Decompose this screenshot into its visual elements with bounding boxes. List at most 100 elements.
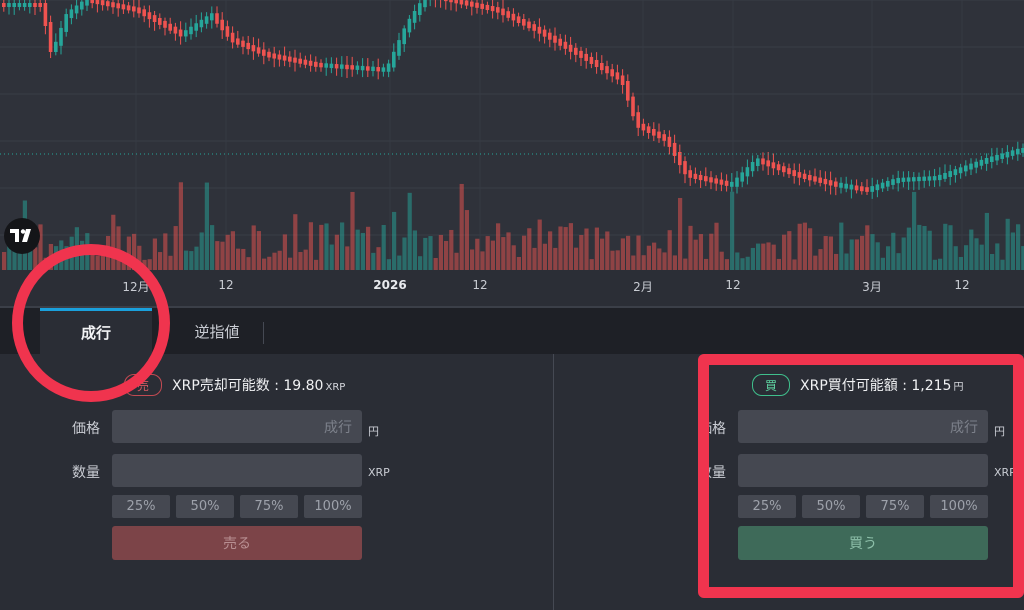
time-tick: 2026 [373, 278, 407, 292]
volume-bar [230, 231, 235, 270]
volume-bar [631, 255, 636, 270]
candle-body [173, 26, 178, 34]
candle-body [917, 176, 921, 182]
volume-bar [178, 182, 183, 270]
volume-bar [490, 240, 495, 270]
candle-body [839, 182, 843, 188]
sell-qty-field[interactable] [112, 454, 362, 487]
candle-body [506, 11, 510, 18]
volume-bar [158, 252, 163, 270]
volume-bar [69, 236, 74, 270]
tab-market-order[interactable]: 成行 [40, 308, 152, 354]
volume-bar [802, 222, 807, 270]
candle-body [808, 175, 812, 181]
candle-body [449, 0, 453, 3]
volume-bar [329, 244, 334, 270]
candle-body [464, 0, 469, 6]
candle-body [80, 1, 84, 10]
buy-button[interactable]: 買う [738, 526, 988, 560]
sell-button[interactable]: 売る [112, 526, 362, 560]
candle-body [95, 0, 100, 5]
candle-body [813, 176, 817, 182]
order-panel: 売 XRP売却可能数 : 19.80 XRP 価格 成行 円 数量 XRP 25%… [0, 354, 1024, 610]
volume-bar [246, 257, 251, 270]
candle-body [922, 176, 926, 181]
volume-bar [574, 247, 579, 270]
candle-body [501, 8, 505, 16]
buy-price-field[interactable]: 成行 [738, 410, 988, 443]
tab-stop-order[interactable]: 逆指値 [172, 308, 262, 354]
tradingview-logo-icon[interactable] [4, 218, 40, 254]
candle-body [74, 5, 79, 14]
sell-price-label: 価格 [72, 421, 100, 437]
buy-available-unit: 円 [953, 382, 964, 393]
volume-bar [522, 235, 527, 270]
volume-bar [756, 243, 761, 270]
volume-bar [761, 243, 766, 270]
buy-pct-100-button[interactable]: 100% [930, 495, 988, 518]
candle-body [854, 185, 859, 191]
candle-body [319, 62, 323, 68]
volume-bar [350, 191, 355, 270]
buy-qty-field[interactable] [738, 454, 988, 487]
buy-pct-50-button[interactable]: 50% [802, 495, 860, 518]
volume-bar [558, 226, 563, 270]
volume-bar [995, 243, 1000, 270]
candle-body [480, 3, 484, 9]
price-chart[interactable] [0, 0, 1024, 270]
candle-body [210, 13, 214, 21]
candle-body [662, 134, 666, 141]
candle-body [953, 169, 958, 176]
sell-price-field[interactable]: 成行 [112, 410, 362, 443]
time-axis: 12月 12 2026 12 2月 12 3月 12 [0, 270, 1024, 308]
volume-bar [600, 238, 605, 270]
volume-bar [277, 250, 282, 270]
volume-bar [917, 224, 922, 270]
candle-body [563, 41, 568, 49]
volume-bar [776, 258, 781, 270]
candle-body [672, 142, 677, 156]
candle-body [735, 177, 739, 187]
volume-bar [64, 246, 69, 270]
buy-pct-75-button[interactable]: 75% [866, 495, 924, 518]
time-tick: 12 [218, 278, 234, 292]
volume-bar [615, 250, 620, 270]
candle-body [490, 6, 495, 12]
volume-bar [418, 256, 423, 270]
candle-body [7, 3, 11, 7]
volume-bar [854, 239, 859, 270]
volume-bar [485, 236, 490, 270]
candle-body [698, 174, 703, 181]
volume-bar [298, 252, 303, 270]
volume-bar [735, 252, 740, 270]
buy-available-text: XRP買付可能額 : 1,215 円 [800, 375, 963, 395]
volume-bar [386, 259, 391, 270]
candle-body [740, 172, 744, 182]
candle-body [199, 19, 204, 28]
candle-body [111, 2, 115, 8]
candle-body [912, 177, 916, 182]
volume-bar [12, 250, 17, 270]
volume-bar [95, 255, 100, 270]
volume-bar [1010, 232, 1015, 270]
sell-pct-50-button[interactable]: 50% [176, 495, 234, 518]
volume-bar [402, 237, 407, 270]
volume-bar [875, 242, 880, 270]
sell-pct-25-button[interactable]: 25% [112, 495, 170, 518]
sell-price-placeholder: 成行 [324, 419, 352, 436]
volume-bar [454, 252, 459, 270]
candle-body [236, 38, 240, 45]
buy-pct-25-button[interactable]: 25% [738, 495, 796, 518]
sell-pct-75-button[interactable]: 75% [240, 495, 298, 518]
candle-body [106, 1, 110, 7]
volume-bar [849, 239, 854, 270]
tradingview-logo-glyph [10, 229, 31, 242]
sell-pct-100-button[interactable]: 100% [304, 495, 362, 518]
candle-body [423, 0, 427, 8]
candle-body [761, 158, 765, 165]
volume-bar [80, 240, 85, 270]
sell-available-unit: XRP [325, 382, 346, 393]
volume-bar [137, 245, 142, 270]
candle-body [750, 162, 755, 172]
candle-body [277, 54, 282, 60]
